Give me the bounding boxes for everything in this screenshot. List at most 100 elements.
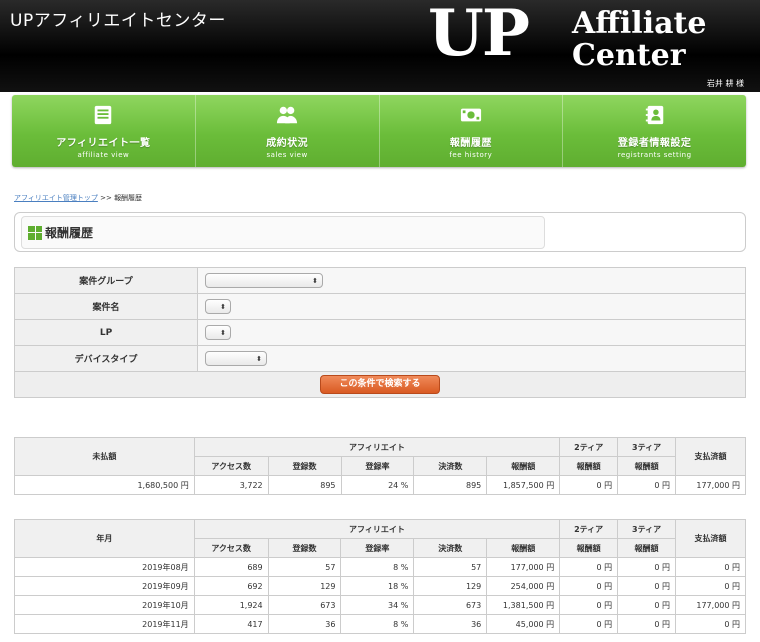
field-label: 案件名 [14,293,198,320]
col-header-access: アクセス数 [193,538,269,558]
table-row: 1,680,500 円 3,722 895 24 % 895 1,857,500… [14,475,746,495]
cell-month: 2019年09月 [14,576,195,596]
cell-tier3-fee: 0 円 [617,557,676,577]
cell-paid: 0 円 [675,557,746,577]
nav-sublabel: sales view [266,150,308,159]
cell-access: 692 [193,576,269,596]
nav-label: 報酬履歴 [449,137,492,149]
cell-registrations: 673 [267,595,342,615]
site-title: UPアフィリエイトセンター [10,11,226,31]
breadcrumb-current: 報酬履歴 [114,194,143,202]
user-name: 岩井 耕 様 [706,79,744,88]
cell-reg-rate: 8 % [340,614,415,634]
cell-paid: 0 円 [675,576,746,596]
col-header-reg-rate: 登録率 [340,456,415,476]
nav-affiliate-view[interactable]: アフィリエイト一覧 affiliate view [12,95,196,167]
select-arrows-icon: ⬍ [220,328,226,337]
col-header-month: 年月 [14,519,195,558]
nav-sublabel: registrants setting [617,150,692,159]
col-header-tier3-fee: 報酬額 [617,538,676,558]
select-arrows-icon: ⬍ [220,302,226,311]
col-header-paid: 支払済額 [675,437,746,476]
field-label: LP [14,319,198,346]
site-header: UPアフィリエイトセンター UP Affiliate Center 岩井 耕 様 [0,0,760,92]
col-header-tier2: 2ティア [559,519,619,539]
page-title: 報酬履歴 [45,226,94,240]
select-lp[interactable]: ⬍ [205,325,231,340]
monthly-table-body: 2019年08月 689 57 8 % 57 177,000 円0 円0 円0 円 2019… [14,557,746,634]
table-row: 2019年09月 692 129 18 % 129 254,000 円0 円0 円0 円 [14,576,746,596]
logo-affiliate: Affiliate [572,6,707,41]
cell-reg-rate: 8 % [340,557,415,577]
select-device-type[interactable]: ⬍ [205,351,267,366]
cell-registrations: 36 [267,614,342,634]
cell-registrations: 895 [267,475,342,495]
col-header-fee: 報酬額 [486,456,561,476]
unpaid-table: 未払額 アフィリエイト 2ティア 3ティア 支払済額 アクセス数 登録数 登録率… [14,437,746,495]
search-button[interactable]: この条件で検索する [320,375,440,394]
breadcrumb-separator: >> [97,194,115,202]
title-inner: 報酬履歴 [21,216,545,249]
col-header-tier3: 3ティア [617,519,676,539]
col-header-affiliate: アフィリエイト [193,519,561,539]
cell-registrations: 129 [267,576,342,596]
address-book-icon [645,105,663,124]
col-header-settlements: 決済数 [413,538,488,558]
col-header-registrations: 登録数 [267,456,342,476]
title-panel: 報酬履歴 [14,212,746,252]
cell-settlements: 673 [413,595,488,615]
cell-settlements: 129 [413,576,488,596]
cell-settlements: 36 [413,614,488,634]
list-icon [95,105,112,124]
cell-month: 2019年10月 [14,595,195,615]
cell-reg-rate: 18 % [340,576,415,596]
cell-access: 689 [193,557,269,577]
logo-up: UP [428,0,530,71]
nav-fee-history[interactable]: 報酬履歴 fee history [380,95,564,167]
col-header-tier3: 3ティア [617,437,677,457]
cell-month: 2019年11月 [14,614,195,634]
col-header-tier2-fee: 報酬額 [559,456,619,476]
col-header-access: アクセス数 [193,456,269,476]
logo-center: Center [572,38,686,73]
cell-tier2-fee: 0 円 [559,595,619,615]
table-row: 2019年10月 1,924 673 34 % 673 1,381,500 円0 円0 円… [14,595,746,615]
select-project-group[interactable]: ⬍ [205,273,323,288]
cell-settlements: 895 [413,475,488,495]
cell-tier2-fee: 0 円 [559,557,619,577]
cell-access: 1,924 [193,595,269,615]
cell-fee: 1,857,500 円 [486,475,561,495]
nav-sublabel: fee history [449,150,493,159]
cell-fee: 177,000 円 [486,557,561,577]
cell-reg-rate: 34 % [340,595,415,615]
col-header-reg-rate: 登録率 [340,538,415,558]
cell-tier3-fee: 0 円 [617,595,676,615]
col-header-tier3-fee: 報酬額 [617,456,677,476]
money-icon [460,108,481,121]
col-header-fee: 報酬額 [486,538,561,558]
table-row: 2019年08月 689 57 8 % 57 177,000 円0 円0 円0 円 [14,557,746,577]
nav-sales-view[interactable]: 成約状況 sales view [196,95,380,167]
cell-fee: 254,000 円 [486,576,561,596]
cell-tier3-fee: 0 円 [617,475,677,495]
field-label: 案件グループ [14,267,198,294]
cell-paid: 0 円 [675,614,746,634]
search-form: 案件グループ ⬍ 案件名 ⬍ LP ⬍ デバイスタイプ ⬍ この条件で検索する [14,267,746,398]
select-arrows-icon: ⬍ [312,276,318,285]
table-row: 2019年11月 417 36 8 % 36 45,000 円0 円0 円0 円 [14,614,746,634]
breadcrumb-link-top[interactable]: アフィリエイト管理トップ [14,194,98,202]
cell-access: 417 [193,614,269,634]
nav-registrants-setting[interactable]: 登録者情報設定 registrants setting [563,95,746,167]
select-project-name[interactable]: ⬍ [205,299,231,314]
cell-tier2-fee: 0 円 [559,475,619,495]
cell-reg-rate: 24 % [340,475,415,495]
cell-fee: 1,381,500 円 [486,595,561,615]
cell-paid: 177,000 円 [675,595,746,615]
monthly-table: 年月 アフィリエイト 2ティア 3ティア 支払済額 アクセス数 登録数 登録率 … [14,519,746,634]
grid-icon [28,225,42,240]
users-icon [277,106,298,123]
cell-tier2-fee: 0 円 [559,614,619,634]
nav-label: アフィリエイト一覧 [56,137,151,149]
logo[interactable]: UP Affiliate Center [424,0,760,74]
col-header-affiliate: アフィリエイト [193,437,561,457]
